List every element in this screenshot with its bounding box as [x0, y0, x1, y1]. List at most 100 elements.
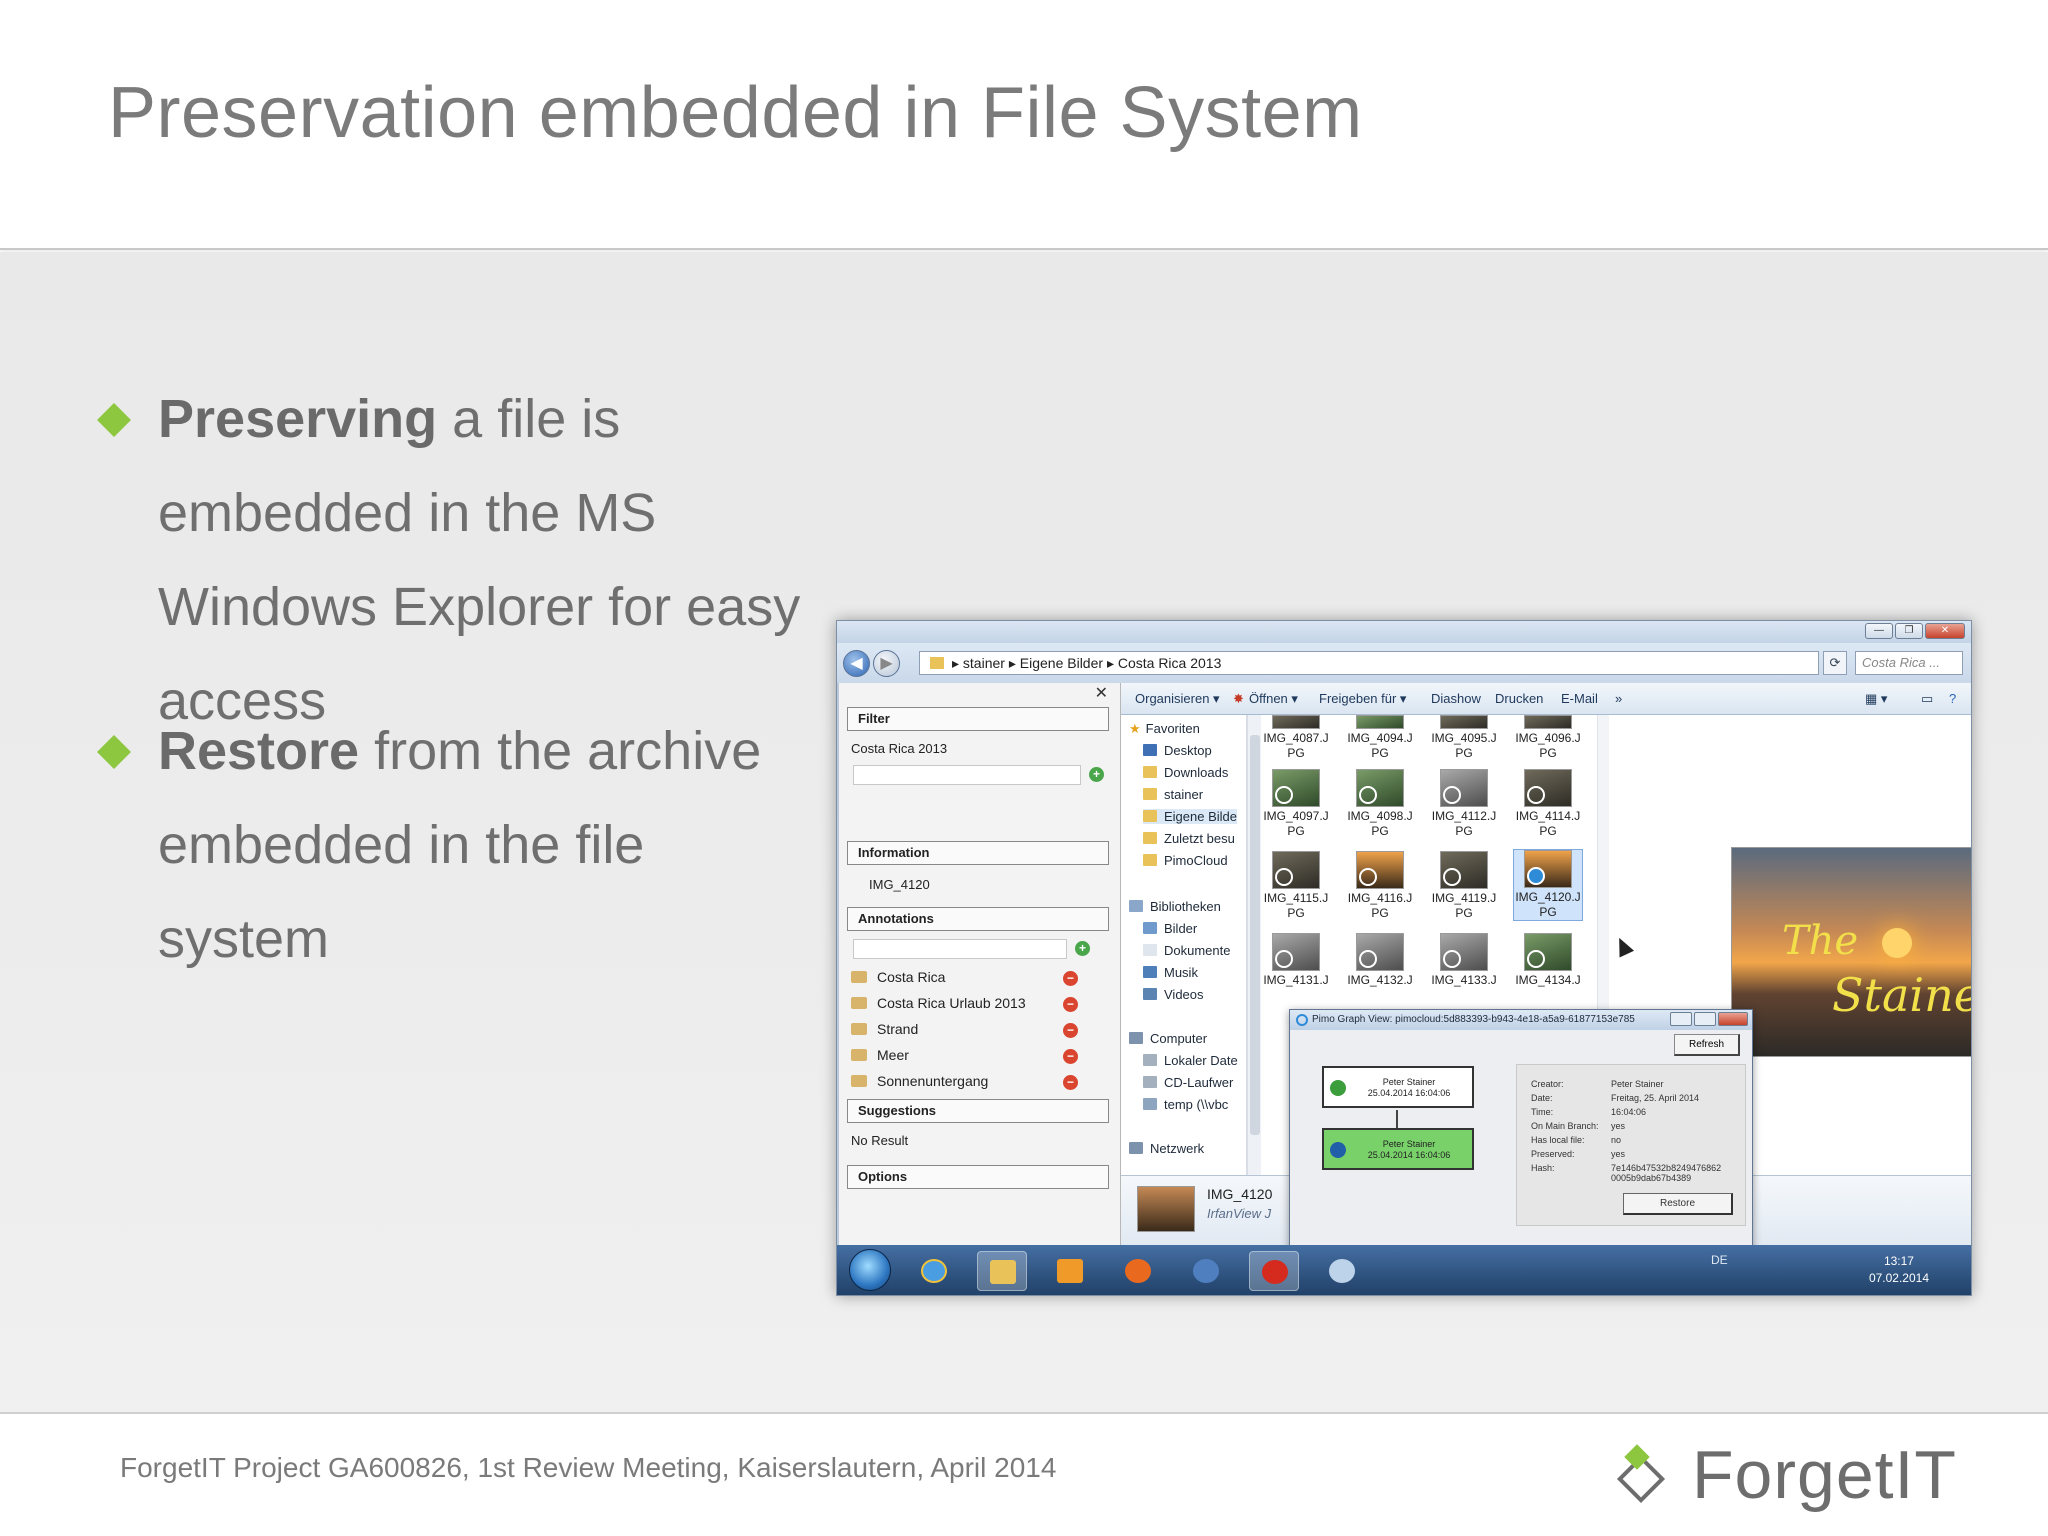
graph-node[interactable]: Peter Stainer 25.04.2014 16:04:06 [1322, 1066, 1474, 1108]
file-item[interactable]: IMG_4094.J PG [1345, 715, 1415, 761]
file-item[interactable]: IMG_4115.J PG [1261, 851, 1331, 921]
help-icon[interactable]: ? [1949, 691, 1956, 706]
filter-section[interactable]: Filter [847, 707, 1109, 731]
scroll-thumb[interactable] [1250, 735, 1260, 1135]
file-scrollbar[interactable] [1597, 715, 1609, 1015]
organize-menu[interactable]: Organisieren ▾ [1135, 691, 1220, 707]
refresh-button[interactable]: Refresh [1674, 1034, 1740, 1056]
nav-libraries[interactable]: Bibliotheken [1129, 899, 1221, 914]
information-section[interactable]: Information [847, 841, 1109, 865]
explorer-icon[interactable] [977, 1251, 1027, 1291]
nav-item-selected[interactable]: Eigene Bilde [1143, 809, 1237, 824]
paint-icon[interactable] [1317, 1251, 1367, 1291]
add-annotation-icon[interactable]: + [1075, 941, 1090, 956]
restore-button[interactable]: Restore [1623, 1193, 1733, 1215]
file-item[interactable]: IMG_4132.J [1345, 933, 1415, 988]
language-indicator[interactable]: DE [1711, 1253, 1728, 1267]
annotation-item[interactable]: Costa Rica [851, 969, 945, 985]
start-button-icon[interactable] [849, 1249, 891, 1291]
maximize-button[interactable]: ❐ [1895, 623, 1923, 639]
file-item[interactable]: IMG_4096.J PG [1513, 715, 1583, 761]
file-item-selected[interactable]: IMG_4120.J PG [1513, 849, 1583, 921]
file-item[interactable]: IMG_4131.J [1261, 933, 1331, 988]
remove-annotation-icon[interactable]: − [1063, 1023, 1078, 1038]
graph-node-selected[interactable]: Peter Stainer 25.04.2014 16:04:06 [1322, 1128, 1474, 1170]
nav-computer[interactable]: Computer [1129, 1031, 1207, 1046]
details-app: IrfanView J [1207, 1206, 1272, 1221]
views-icon[interactable]: ▦ ▾ [1865, 691, 1887, 707]
file-item[interactable]: IMG_4114.J PG [1513, 769, 1583, 839]
address-bar[interactable]: ▸ stainer ▸ Eigene Bilder ▸ Costa Rica 2… [919, 651, 1819, 675]
refresh-icon[interactable]: ⟳ [1823, 651, 1847, 675]
remove-annotation-icon[interactable]: − [1063, 1075, 1078, 1090]
annotations-section[interactable]: Annotations [847, 907, 1109, 931]
file-item[interactable]: IMG_4119.J PG [1429, 851, 1499, 921]
nav-item[interactable]: Zuletzt besu [1143, 831, 1235, 846]
breadcrumb-costa-rica[interactable]: Costa Rica 2013 [1118, 655, 1222, 671]
annotation-input[interactable] [853, 939, 1067, 959]
slideshow-button[interactable]: Diashow [1431, 691, 1481, 706]
open-menu[interactable]: Öffnen ▾ [1249, 691, 1298, 707]
nav-item[interactable]: CD-Laufwer [1143, 1075, 1233, 1090]
suggestions-section[interactable]: Suggestions [847, 1099, 1109, 1123]
file-item[interactable]: IMG_4133.J [1429, 933, 1499, 988]
search-input[interactable]: Costa Rica ... [1855, 651, 1963, 675]
preserved-overlay-icon [1359, 868, 1377, 886]
nav-item[interactable]: Desktop [1143, 743, 1212, 758]
file-item[interactable]: IMG_4098.J PG [1345, 769, 1415, 839]
nav-item[interactable]: Bilder [1143, 921, 1197, 936]
print-button[interactable]: Drucken [1495, 691, 1543, 706]
filter-input[interactable] [853, 765, 1081, 785]
file-item[interactable]: IMG_4087.J PG [1261, 715, 1331, 761]
breadcrumb-eigene-bilder[interactable]: Eigene Bilder [1020, 655, 1103, 671]
ie-icon[interactable] [909, 1251, 959, 1291]
dialog-maximize-button[interactable] [1694, 1012, 1716, 1026]
nav-favorites[interactable]: ★ Favoriten [1129, 721, 1200, 737]
file-item[interactable]: IMG_4095.J PG [1429, 715, 1499, 761]
firefox-icon[interactable] [1113, 1251, 1163, 1291]
options-section[interactable]: Options [847, 1165, 1109, 1189]
nav-item[interactable]: temp (\\vbc [1143, 1097, 1228, 1112]
folder-icon [1143, 788, 1157, 800]
annotation-item[interactable]: Meer [851, 1047, 909, 1063]
annotation-item[interactable]: Sonnenuntergang [851, 1073, 988, 1089]
bullet-restore: Restore from the archive embedded in the… [96, 704, 856, 986]
remove-annotation-icon[interactable]: − [1063, 1049, 1078, 1064]
nav-item[interactable]: Videos [1143, 987, 1204, 1002]
minimize-button[interactable]: — [1865, 623, 1893, 639]
dialog-close-button[interactable] [1718, 1012, 1748, 1026]
irfanview-icon[interactable] [1249, 1251, 1299, 1291]
nav-item[interactable]: Lokaler Date [1143, 1053, 1238, 1068]
share-menu[interactable]: Freigeben für ▾ [1319, 691, 1406, 707]
preview-pane-icon[interactable]: ▭ [1921, 691, 1933, 707]
annotation-item[interactable]: Strand [851, 1021, 918, 1037]
image-preview: The Stainers [1731, 847, 1971, 1057]
dialog-minimize-button[interactable] [1670, 1012, 1692, 1026]
suggestions-value: No Result [851, 1133, 909, 1148]
more-commands-button[interactable]: » [1615, 691, 1622, 706]
annotation-item[interactable]: Costa Rica Urlaub 2013 [851, 995, 1026, 1011]
remove-annotation-icon[interactable]: − [1063, 997, 1078, 1012]
nav-item[interactable]: Musik [1143, 965, 1198, 980]
remove-annotation-icon[interactable]: − [1063, 971, 1078, 986]
nav-item[interactable]: Downloads [1143, 765, 1228, 780]
breadcrumb-stainer[interactable]: stainer [963, 655, 1005, 671]
file-item[interactable]: IMG_4134.J [1513, 933, 1583, 988]
clock[interactable]: 13:17 07.02.2014 [1869, 1253, 1929, 1287]
media-player-icon[interactable] [1045, 1251, 1095, 1291]
nav-item[interactable]: stainer [1143, 787, 1203, 802]
email-button[interactable]: E-Mail [1561, 691, 1598, 706]
thunderbird-icon[interactable] [1181, 1251, 1231, 1291]
nav-item[interactable]: PimoCloud [1143, 853, 1228, 868]
nav-network[interactable]: Netzwerk [1129, 1141, 1204, 1156]
file-item[interactable]: IMG_4097.J PG [1261, 769, 1331, 839]
forward-icon[interactable]: ▶ [873, 650, 900, 677]
nav-item[interactable]: Dokumente [1143, 943, 1230, 958]
panel-close-icon[interactable]: ✕ [1095, 683, 1108, 703]
file-item[interactable]: IMG_4116.J PG [1345, 851, 1415, 921]
back-icon[interactable]: ◀ [843, 650, 870, 677]
nav-scrollbar[interactable] [1247, 715, 1261, 1175]
add-filter-icon[interactable]: + [1089, 767, 1104, 782]
close-button[interactable]: ✕ [1925, 623, 1965, 639]
file-item[interactable]: IMG_4112.J PG [1429, 769, 1499, 839]
